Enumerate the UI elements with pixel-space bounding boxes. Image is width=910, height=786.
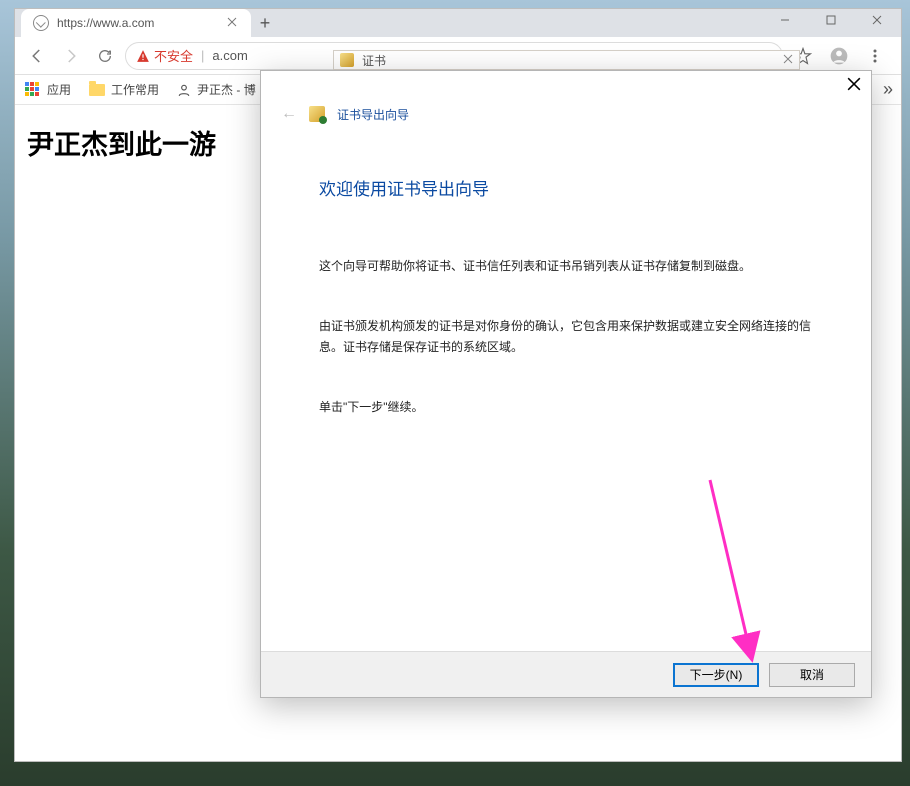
minimize-button[interactable] — [762, 9, 808, 31]
wizard-header-title: 证书导出向导 — [337, 106, 409, 123]
cancel-button-label: 取消 — [800, 666, 824, 683]
certificate-panel-header: 证书 — [333, 50, 800, 70]
certificate-export-wizard: ← 证书导出向导 欢迎使用证书导出向导 这个向导可帮助你将证书、证书信任列表和证… — [260, 70, 872, 698]
bookmark-work-label: 工作常用 — [111, 81, 159, 98]
bookmark-work[interactable]: 工作常用 — [89, 81, 159, 98]
not-secure-label: 不安全 — [154, 46, 193, 65]
cancel-button[interactable]: 取消 — [769, 663, 855, 687]
reload-button[interactable] — [91, 42, 119, 70]
wizard-close-icon[interactable] — [847, 77, 863, 93]
folder-icon — [89, 84, 105, 96]
menu-icon[interactable] — [861, 42, 889, 70]
wizard-header: ← 证书导出向导 — [261, 99, 871, 129]
address-url: a.com — [212, 48, 247, 63]
wizard-certificate-icon — [309, 106, 325, 122]
bookmark-apps[interactable]: 应用 — [25, 81, 71, 98]
bookmark-apps-label: 应用 — [47, 81, 71, 98]
forward-button[interactable] — [57, 42, 85, 70]
new-tab-button[interactable]: + — [251, 9, 279, 37]
wizard-paragraph-1: 这个向导可帮助你将证书、证书信任列表和证书吊销列表从证书存储复制到磁盘。 — [319, 256, 813, 276]
wizard-titlebar — [261, 71, 871, 99]
browser-tab-active[interactable]: https://www.a.com — [21, 9, 251, 37]
certificate-panel-title: 证书 — [362, 52, 386, 69]
next-button-label: 下一步(N) — [690, 666, 743, 683]
wizard-paragraph-2: 由证书颁发机构颁发的证书是对你身份的确认，它包含用来保护数据或建立安全网络连接的… — [319, 316, 813, 357]
certificate-panel-close-icon[interactable] — [783, 53, 793, 67]
window-controls — [762, 9, 900, 31]
person-icon — [177, 83, 191, 97]
bookmark-overflow-icon[interactable]: » — [883, 79, 893, 100]
address-separator: | — [201, 48, 204, 63]
toolbar-right — [789, 42, 893, 70]
bookmark-profile[interactable]: 尹正杰 - 博 — [177, 81, 256, 98]
maximize-button[interactable] — [808, 9, 854, 31]
back-button[interactable] — [23, 42, 51, 70]
wizard-footer: 下一步(N) 取消 — [261, 651, 871, 697]
wizard-back-arrow-icon[interactable]: ← — [281, 105, 297, 123]
bookmark-profile-label: 尹正杰 - 博 — [197, 81, 256, 98]
tab-title: https://www.a.com — [57, 16, 154, 30]
wizard-body: 欢迎使用证书导出向导 这个向导可帮助你将证书、证书信任列表和证书吊销列表从证书存… — [261, 129, 871, 651]
apps-grid-icon — [25, 82, 41, 98]
not-secure-badge[interactable]: 不安全 — [136, 46, 193, 65]
tab-close-icon[interactable] — [227, 16, 241, 30]
profile-icon[interactable] — [825, 42, 853, 70]
certificate-icon — [340, 53, 354, 67]
wizard-welcome-title: 欢迎使用证书导出向导 — [319, 175, 813, 200]
next-button[interactable]: 下一步(N) — [673, 663, 759, 687]
window-close-button[interactable] — [854, 9, 900, 31]
globe-icon — [33, 15, 49, 31]
wizard-paragraph-3: 单击"下一步"继续。 — [319, 397, 813, 417]
